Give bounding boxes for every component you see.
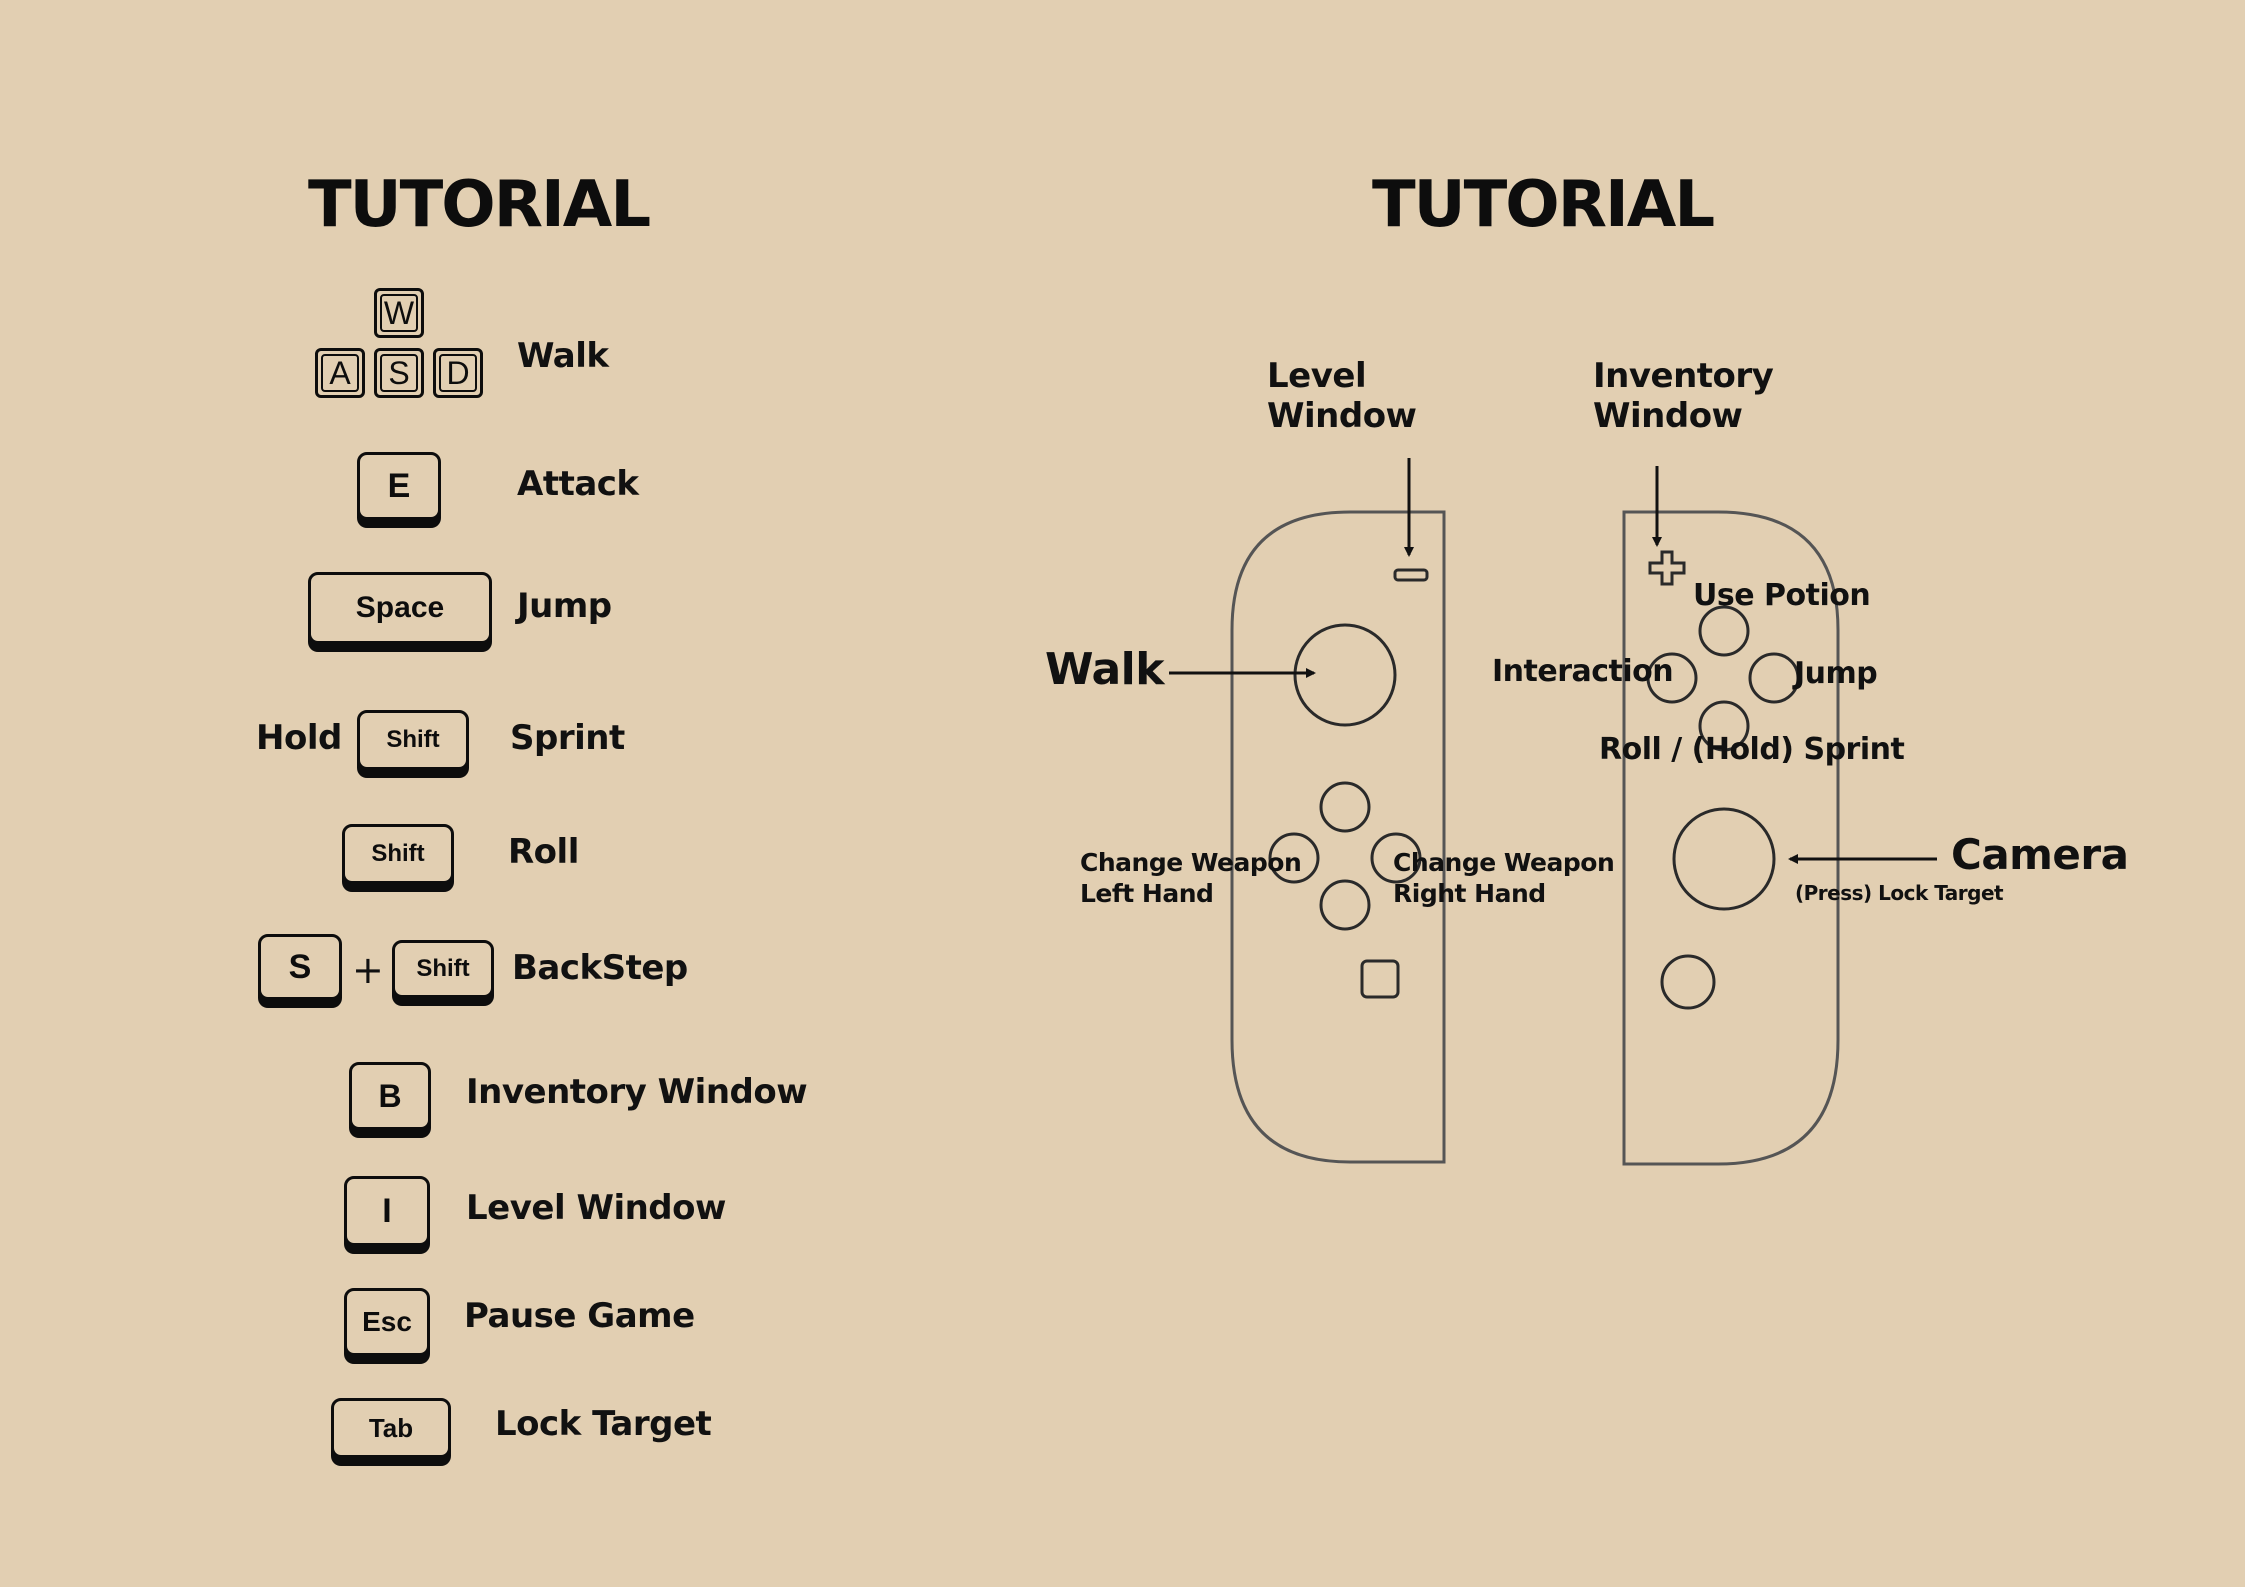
right-stick: [1672, 807, 1776, 911]
change-right-line2: Right Hand: [1393, 879, 1546, 908]
dpad-down: [1319, 879, 1371, 931]
capture-button: [1360, 959, 1400, 999]
camera-label: Camera: [1951, 830, 2129, 879]
use-potion-label: Use Potion: [1693, 578, 1871, 613]
level-window-line2: Window: [1267, 396, 1417, 436]
roll-sprint-label: Roll / (Hold) Sprint: [1599, 732, 1905, 767]
minus-button: [1393, 568, 1429, 582]
inventory-window-line2: Window: [1593, 396, 1743, 436]
walk-stick-label: Walk: [1045, 644, 1165, 695]
home-button: [1660, 954, 1716, 1010]
jump-button-label: Jump: [1794, 656, 1878, 691]
face-button-top: [1698, 605, 1750, 657]
left-stick: [1293, 623, 1397, 727]
level-window-line1: Level: [1267, 356, 1367, 396]
dpad-up: [1319, 781, 1371, 833]
change-left-line1: Change Weapon: [1080, 848, 1302, 877]
change-right-line1: Change Weapon: [1393, 848, 1615, 877]
plus-button: [1648, 550, 1686, 586]
left-joycon-body: [1230, 510, 1446, 1164]
interaction-label: Interaction: [1492, 654, 1674, 689]
face-button-right: [1748, 652, 1800, 704]
joycon-diagram: [1169, 458, 1937, 1166]
press-lock-target-label: (Press) Lock Target: [1795, 881, 2004, 905]
inventory-window-line1: Inventory: [1593, 356, 1774, 396]
change-left-line2: Left Hand: [1080, 879, 1214, 908]
